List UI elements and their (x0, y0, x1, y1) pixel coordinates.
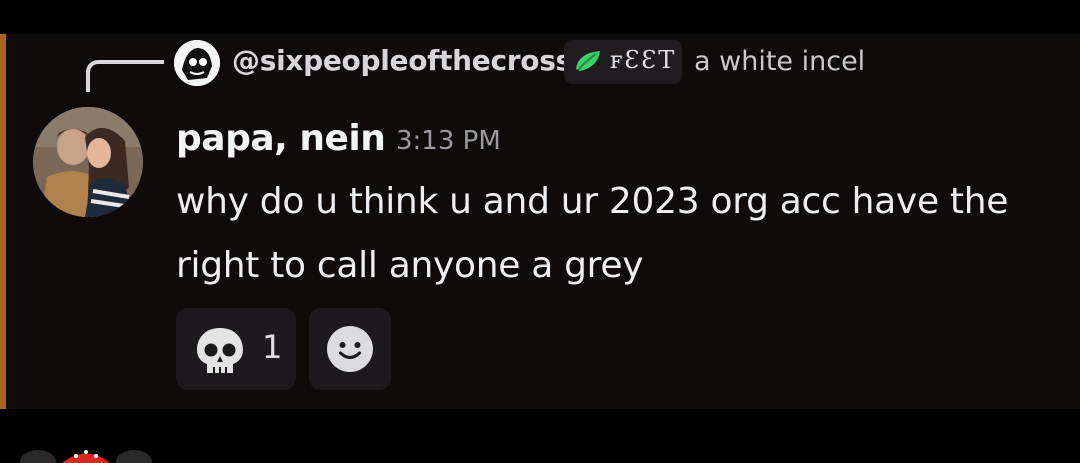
add-reaction-icon (327, 326, 373, 372)
reaction-skull[interactable]: 1 (176, 308, 296, 390)
message-timestamp: 3:13 PM (396, 126, 501, 156)
user-tag-badge[interactable]: ꜰƐƐT (564, 40, 682, 84)
author-name[interactable]: papa, nein (176, 118, 386, 159)
message-item[interactable]: @sixpeopleofthecross ꜰƐƐT a white incel … (0, 34, 1080, 409)
reaction-count: 1 (262, 328, 283, 366)
reply-username[interactable]: @sixpeopleofthecross (232, 44, 572, 77)
author-avatar[interactable] (33, 107, 143, 217)
reply-avatar[interactable] (174, 40, 220, 86)
reply-preview-text[interactable]: a white incel (694, 46, 865, 77)
reply-connector-line (86, 60, 164, 92)
skull-icon (197, 328, 243, 374)
mention-highlight-bar (0, 34, 6, 409)
tag-text: ꜰƐƐT (610, 46, 677, 74)
leaf-icon (576, 51, 600, 71)
message-text: why do u think u and ur 2023 org acc hav… (176, 181, 1009, 286)
next-message-avatar-peek (20, 450, 152, 463)
add-reaction-button[interactable] (309, 308, 391, 390)
